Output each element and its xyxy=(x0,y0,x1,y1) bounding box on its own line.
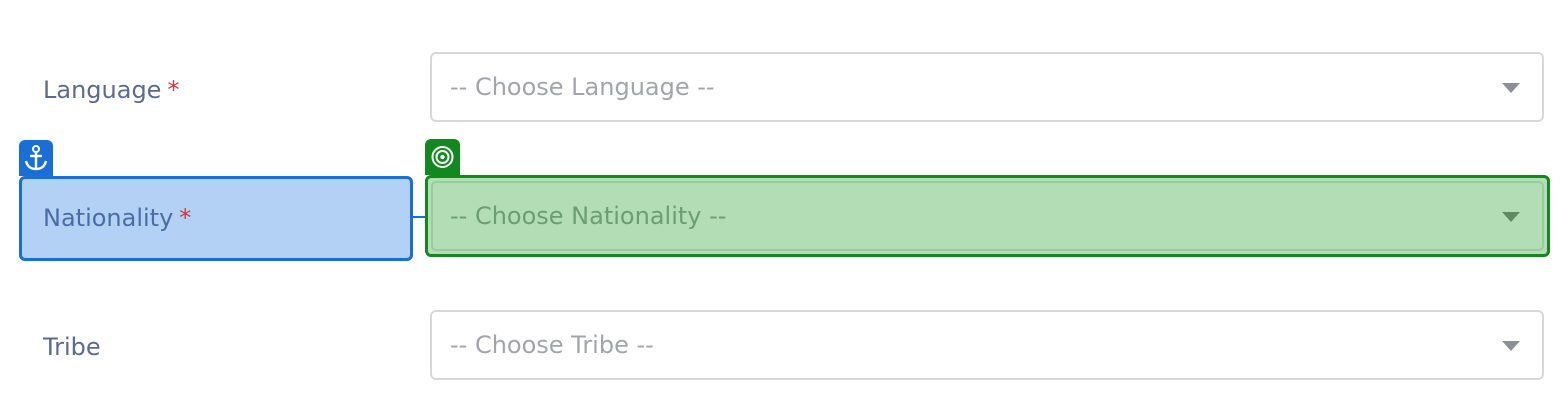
target-tab xyxy=(425,139,460,175)
chevron-down-icon xyxy=(1502,341,1520,351)
required-mark: * xyxy=(179,204,192,232)
language-select[interactable]: -- Choose Language -- xyxy=(430,52,1544,122)
language-label-text: Language xyxy=(43,76,162,104)
chevron-down-icon xyxy=(1502,83,1520,93)
tribe-label: Tribe xyxy=(43,333,101,361)
anchor-target-connector xyxy=(413,216,425,218)
language-select-placeholder: -- Choose Language -- xyxy=(450,73,715,101)
tribe-select[interactable]: -- Choose Tribe -- xyxy=(430,310,1544,380)
chevron-down-icon xyxy=(1502,212,1520,222)
tribe-select-placeholder: -- Choose Tribe -- xyxy=(450,331,654,359)
anchor-icon xyxy=(24,145,48,171)
target-icon xyxy=(431,146,454,168)
nationality-label: Nationality * xyxy=(43,204,191,232)
nationality-label-text: Nationality xyxy=(43,204,174,232)
anchor-tab xyxy=(19,140,53,176)
required-mark: * xyxy=(167,76,180,104)
nationality-select[interactable]: -- Choose Nationality -- xyxy=(430,181,1544,251)
tribe-label-text: Tribe xyxy=(43,333,101,361)
nationality-select-placeholder: -- Choose Nationality -- xyxy=(450,202,727,230)
language-label: Language * xyxy=(43,76,179,104)
